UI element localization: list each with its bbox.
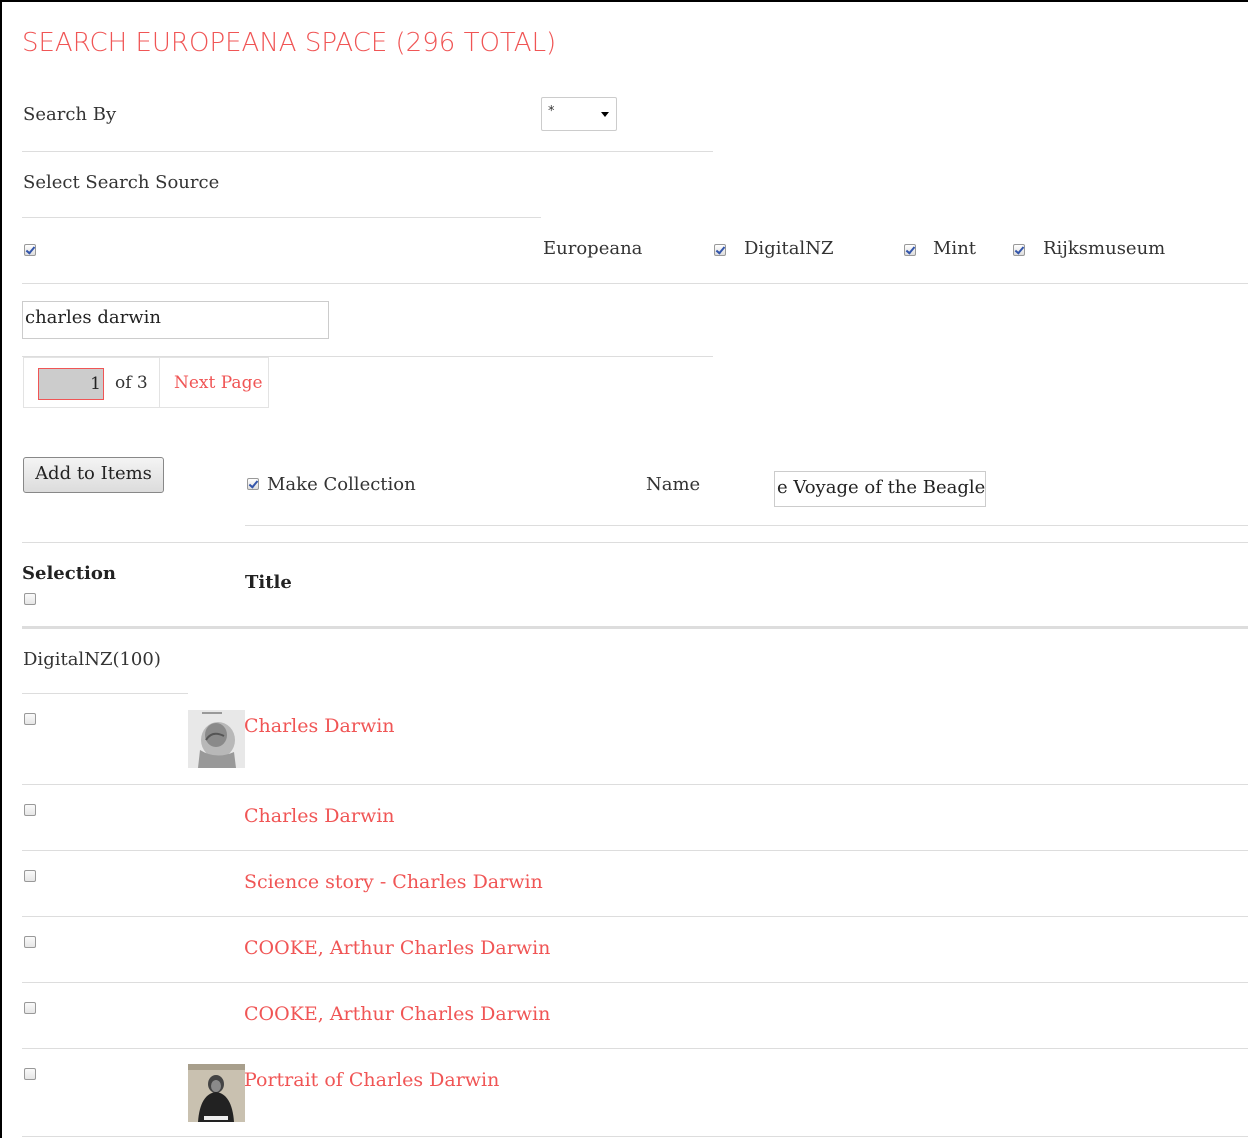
divider [245, 525, 1248, 526]
divider [22, 850, 1248, 851]
row-checkbox[interactable] [24, 870, 36, 882]
collection-name-input[interactable]: e Voyage of the Beagle [774, 471, 986, 507]
source-label-rijksmuseum: Rijksmuseum [1043, 238, 1166, 259]
digitalnz-checkbox[interactable] [714, 244, 726, 256]
row-checkbox[interactable] [24, 804, 36, 816]
selection-header: Selection [22, 563, 116, 584]
divider [22, 982, 1248, 983]
thumbnail-image[interactable] [188, 710, 245, 768]
result-title-link[interactable]: Charles Darwin [244, 715, 395, 737]
pager-divider [159, 358, 160, 407]
make-collection-checkbox[interactable] [247, 478, 259, 490]
result-title-link[interactable]: COOKE, Arthur Charles Darwin [244, 937, 550, 959]
page-number-input[interactable]: 1 [38, 368, 104, 400]
divider [22, 784, 1248, 785]
result-title-link[interactable]: COOKE, Arthur Charles Darwin [244, 1003, 550, 1025]
result-title-link[interactable]: Charles Darwin [244, 805, 395, 827]
divider [22, 151, 713, 152]
europeana-checkbox[interactable] [24, 244, 36, 256]
divider [22, 283, 1248, 284]
make-collection-label: Make Collection [267, 474, 416, 495]
row-checkbox[interactable] [24, 1068, 36, 1080]
row-checkbox[interactable] [24, 1002, 36, 1014]
divider [22, 217, 541, 218]
divider [22, 693, 188, 694]
row-checkbox[interactable] [24, 713, 36, 725]
header-divider [22, 626, 1248, 629]
search-by-select[interactable]: * [541, 97, 617, 131]
result-title-link[interactable]: Science story - Charles Darwin [244, 871, 543, 893]
group-label: DigitalNZ(100) [23, 649, 161, 670]
result-title-link[interactable]: Portrait of Charles Darwin [244, 1069, 499, 1091]
chevron-down-icon [601, 112, 609, 117]
search-by-label: Search By [23, 104, 117, 125]
row-checkbox[interactable] [24, 936, 36, 948]
thumbnail-image[interactable] [188, 1064, 245, 1122]
search-source-label: Select Search Source [23, 172, 220, 193]
search-input[interactable]: charles darwin [22, 301, 329, 339]
next-page-link[interactable]: Next Page [174, 373, 263, 393]
page-frame [0, 0, 1248, 1138]
divider [22, 1136, 1248, 1137]
pagination: 1 of 3 Next Page [23, 357, 269, 408]
source-label-mint: Mint [933, 238, 977, 259]
page-title: SEARCH EUROPEANA SPACE (296 TOTAL) [22, 28, 557, 58]
source-label-europeana: Europeana [543, 238, 643, 259]
add-to-items-button[interactable]: Add to Items [23, 457, 164, 493]
mint-checkbox[interactable] [904, 244, 916, 256]
page-count: of 3 [115, 373, 148, 393]
divider [22, 542, 1248, 543]
rijksmuseum-checkbox[interactable] [1013, 244, 1025, 256]
divider [22, 1048, 1248, 1049]
select-all-checkbox[interactable] [24, 593, 36, 605]
source-label-digitalnz: DigitalNZ [744, 238, 834, 259]
title-header: Title [245, 572, 292, 593]
collection-name-label: Name [646, 474, 701, 495]
divider [22, 916, 1248, 917]
search-by-value: * [548, 104, 555, 119]
